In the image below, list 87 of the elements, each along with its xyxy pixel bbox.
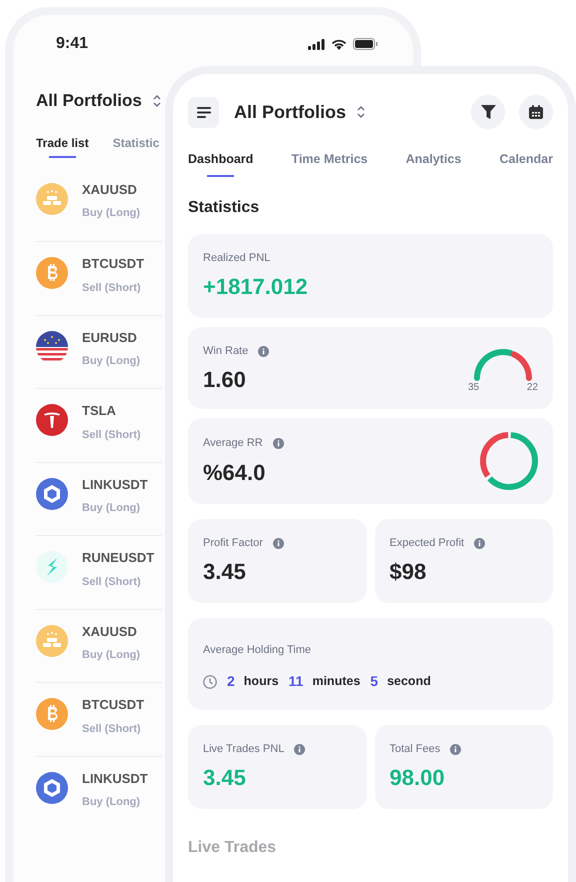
trade-symbol: EURUSD — [82, 328, 138, 346]
trade-row[interactable]: TSLA Sell (Short) — [36, 388, 162, 462]
status-time: 9:41 — [56, 34, 88, 54]
trade-side: Sell (Short) — [82, 280, 142, 296]
trade-symbol: LINKUSDT — [82, 476, 148, 494]
filter-icon — [480, 105, 496, 119]
card-value: 1.60 — [203, 366, 247, 394]
bullion-icon — [36, 624, 68, 656]
gauge-label: 35 — [468, 380, 480, 394]
trade-side: Sell (Short) — [82, 722, 142, 736]
card-value: +1817.012 — [203, 272, 309, 301]
trade-symbol: RUNEUSDT — [82, 549, 154, 567]
donut-chart-drawing — [478, 430, 540, 492]
card-label: Live Trades PNL — [203, 742, 284, 757]
trade-side: Buy (Long) — [82, 354, 140, 369]
menu-button[interactable] — [188, 96, 219, 128]
calendar-icon — [529, 105, 543, 119]
card-label: Profit Factor — [203, 536, 263, 551]
duration-number: 5 — [370, 672, 378, 692]
portfolio-title: All Portfolios — [234, 100, 346, 124]
info-icon[interactable] — [272, 538, 284, 549]
trade-symbol: LINKUSDT — [82, 770, 148, 788]
bitcoin-icon — [36, 698, 68, 730]
filter-button[interactable] — [471, 95, 505, 129]
card-value: 3.45 — [203, 558, 247, 586]
duration-number: 2 — [227, 672, 235, 692]
battery-icon — [353, 38, 378, 50]
info-icon[interactable] — [272, 438, 284, 449]
sort-chevrons-icon[interactable] — [152, 94, 162, 108]
trade-row[interactable]: RUNEUSDT Sell (Short) — [36, 535, 162, 608]
bullion-icon — [36, 182, 68, 214]
tesla-logo-icon — [36, 404, 68, 436]
trade-side: Buy (Long) — [82, 206, 140, 221]
info-icon[interactable] — [450, 744, 462, 755]
card-value: %64.0 — [203, 458, 266, 486]
card-value: $98 — [390, 558, 428, 586]
trade-symbol: XAUUSD — [82, 622, 138, 640]
bitcoin-icon — [36, 257, 68, 289]
card-label: Expected Profit — [390, 536, 464, 551]
portfolio-title: All Portfolios — [36, 90, 142, 112]
trade-row[interactable]: XAUUSD Buy (Long) — [36, 168, 162, 241]
info-icon[interactable] — [294, 744, 306, 755]
clock-icon — [203, 674, 217, 689]
duration-unit: hours — [244, 673, 279, 690]
tab[interactable]: Dashboard — [188, 150, 254, 177]
trade-row[interactable]: XAUUSD Buy (Long) — [36, 608, 162, 682]
card-value: 98.00 — [390, 764, 446, 792]
trade-side: Buy (Long) — [82, 501, 142, 516]
section-title: Statistics — [188, 198, 260, 218]
tab[interactable]: Calendar — [499, 150, 553, 177]
trade-row[interactable]: BTCUSDT Sell (Short) — [36, 682, 162, 756]
trade-symbol: TSLA — [82, 402, 117, 420]
trade-row[interactable]: EURUSD Buy (Long) — [36, 314, 162, 388]
tab[interactable]: Analytics — [406, 150, 462, 177]
card-value: 3.45 — [203, 764, 247, 792]
duration-number: 11 — [288, 672, 304, 692]
card-label: Average RR — [203, 436, 263, 451]
sort-chevrons-icon[interactable] — [356, 105, 366, 119]
signal-icon — [308, 38, 325, 50]
trade-side: Buy (Long) — [82, 795, 142, 810]
duration-unit: second — [387, 673, 431, 690]
gauge-label: 22 — [526, 380, 538, 394]
flag-icon — [36, 330, 68, 362]
trade-side: Sell (Short) — [82, 428, 141, 442]
gauge-drawing — [473, 348, 533, 382]
info-icon[interactable] — [474, 538, 486, 549]
trade-symbol: XAUUSD — [82, 180, 138, 198]
card-label: Total Fees — [390, 742, 440, 757]
tab[interactable]: Trade list — [36, 134, 89, 158]
trade-symbol: BTCUSDT — [82, 696, 144, 714]
card-label: Average Holding Time — [203, 644, 312, 656]
card-label: Realized PNL — [203, 250, 270, 266]
trade-side: Sell (Short) — [82, 574, 142, 590]
trade-row[interactable]: BTCUSDT Sell (Short) — [36, 241, 162, 314]
trade-row[interactable]: LINKUSDT Buy (Long) — [36, 462, 162, 535]
duration-unit: minutes — [312, 673, 360, 690]
calendar-button[interactable] — [519, 95, 553, 129]
tab[interactable]: Time Metrics — [291, 150, 368, 177]
menu-icon — [196, 106, 210, 118]
trade-symbol: BTCUSDT — [82, 255, 144, 273]
trade-side: Buy (Long) — [82, 648, 140, 663]
trade-row[interactable]: LINKUSDT Buy (Long) — [36, 756, 162, 829]
wifi-icon — [331, 38, 347, 50]
card-label: Win Rate — [203, 344, 248, 359]
info-icon[interactable] — [258, 346, 270, 356]
section-title: Live Trades — [188, 838, 278, 858]
lightning-icon — [36, 551, 68, 583]
